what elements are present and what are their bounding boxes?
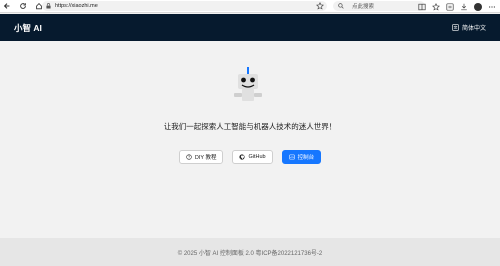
lock-icon: [46, 3, 51, 9]
main-content: 让我们一起探索人工智能与机器人技术的迷人世界！ DIY 教程 GitHub 控制…: [0, 41, 500, 238]
diy-tutorial-button[interactable]: DIY 教程: [178, 150, 224, 164]
favorites-icon[interactable]: [432, 2, 440, 11]
help-circle-icon: [186, 154, 192, 160]
browser-toolbar: https://xiaozhi.me 点此搜索: [0, 0, 500, 13]
search-placeholder: 点此搜索: [352, 4, 375, 10]
language-switcher[interactable]: 简体中文: [452, 23, 486, 32]
split-screen-icon[interactable]: [418, 3, 426, 11]
footer-text[interactable]: © 2025 小智 AI 控制面板 2.0 粤ICP备2022121736号-2: [178, 248, 323, 257]
search-icon: [338, 3, 344, 9]
back-icon[interactable]: [2, 1, 12, 11]
browser-right-icons: [418, 1, 496, 12]
github-icon: [239, 154, 246, 160]
app-header: 小智 AI 简体中文: [0, 14, 500, 41]
star-icon[interactable]: [316, 2, 324, 10]
collections-icon[interactable]: [446, 2, 454, 11]
action-buttons: DIY 教程 GitHub 控制台: [0, 150, 500, 164]
console-button[interactable]: 控制台: [281, 150, 322, 164]
profile-avatar[interactable]: [474, 2, 482, 11]
browser-search-input[interactable]: 点此搜索: [333, 1, 425, 11]
refresh-icon[interactable]: [18, 1, 28, 11]
dashboard-icon: [288, 154, 295, 160]
robot-mascot-icon: [234, 67, 262, 101]
tagline: 让我们一起探索人工智能与机器人技术的迷人世界！: [163, 122, 337, 131]
address-bar[interactable]: https://xiaozhi.me: [42, 1, 327, 11]
more-menu-icon[interactable]: [488, 3, 496, 11]
github-button[interactable]: GitHub: [232, 150, 273, 164]
console-label: 控制台: [297, 155, 315, 161]
url-text: https://xiaozhi.me: [55, 3, 98, 9]
app-title[interactable]: 小智 AI: [14, 22, 42, 34]
diy-tutorial-label: DIY 教程: [194, 155, 217, 161]
github-label: GitHub: [248, 154, 266, 160]
download-icon[interactable]: [460, 3, 468, 11]
footer: © 2025 小智 AI 控制面板 2.0 粤ICP备2022121736号-2: [0, 238, 500, 266]
language-label: 简体中文: [461, 26, 486, 32]
translate-icon: [452, 24, 459, 31]
